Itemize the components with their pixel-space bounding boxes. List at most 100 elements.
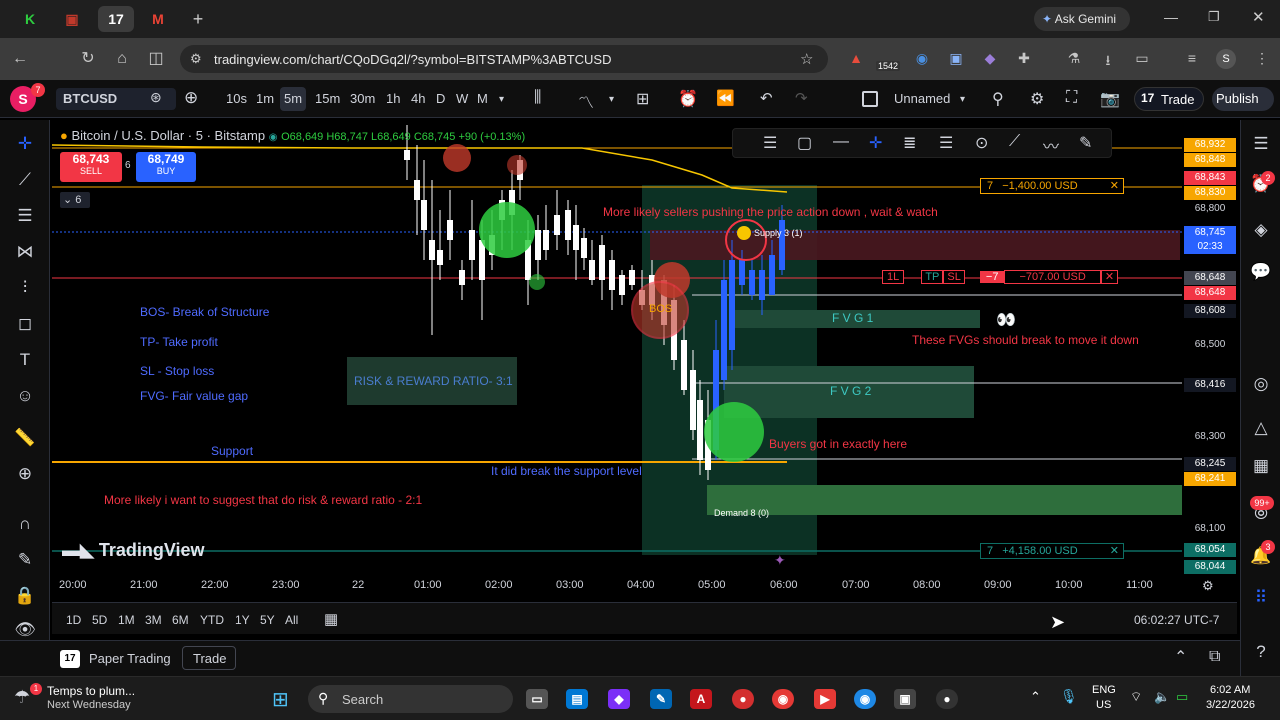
zoom-in-icon[interactable]: ⊕ bbox=[13, 462, 37, 486]
candle-type-icon[interactable]: ⫼ bbox=[534, 89, 541, 107]
interval-10s[interactable]: 10s bbox=[226, 91, 247, 106]
taskbar-time[interactable]: 6:02 AM bbox=[1210, 684, 1250, 696]
windows-start-icon[interactable]: ⊞ bbox=[272, 687, 289, 712]
site-info-icon[interactable]: ⚙ bbox=[190, 51, 202, 67]
pencil-lock-icon[interactable]: ✎ bbox=[13, 548, 37, 572]
interval-5m[interactable]: 5m bbox=[284, 91, 302, 106]
cross-tool-icon[interactable]: ✛ bbox=[869, 133, 882, 153]
ruler-icon[interactable]: 📏 bbox=[13, 426, 37, 450]
interval-dropdown-icon[interactable]: ▾ bbox=[499, 94, 504, 105]
apps-grid-icon[interactable]: ⠿ bbox=[1249, 586, 1273, 610]
position-tag[interactable]: 1L TP SL −7 −707.00 USD ✕ bbox=[882, 270, 1124, 286]
position-tp-button[interactable]: TP bbox=[921, 270, 944, 284]
download-icon[interactable]: ⭳ bbox=[1098, 50, 1118, 68]
undo-icon[interactable]: ↶ bbox=[760, 89, 773, 107]
profile-avatar[interactable]: S bbox=[1216, 49, 1236, 69]
cast-icon[interactable]: ▭ bbox=[1132, 50, 1152, 68]
indicators-dropdown-icon[interactable]: ▾ bbox=[609, 94, 614, 105]
target-tool-icon[interactable]: ⊙ bbox=[975, 133, 988, 153]
calendar-icon[interactable]: ▦ bbox=[1249, 454, 1273, 478]
trendline-icon[interactable]: ⟋ bbox=[13, 168, 37, 192]
chat-icon[interactable]: 💬 bbox=[1249, 260, 1273, 284]
interval-m[interactable]: M bbox=[477, 91, 488, 106]
ai-extension-icon[interactable]: ◆ bbox=[980, 50, 1000, 68]
brush-tool-icon[interactable]: ✎ bbox=[1079, 133, 1092, 153]
outlook-icon[interactable]: ▤ bbox=[566, 689, 588, 709]
interval-30m[interactable]: 30m bbox=[350, 91, 375, 106]
fullscreen-icon[interactable]: ⛶ bbox=[1066, 89, 1077, 107]
utc-clock[interactable]: 06:02:27 UTC-7 bbox=[1134, 613, 1219, 627]
media-controls-icon[interactable]: ≡ bbox=[1182, 50, 1202, 68]
range-ytd[interactable]: YTD bbox=[200, 613, 224, 627]
note-buyers[interactable]: Buyers got in exactly here bbox=[769, 437, 907, 451]
close-tp-icon[interactable]: ✕ bbox=[1110, 179, 1119, 193]
indicators-icon[interactable]: 〽 bbox=[578, 89, 594, 113]
position-sl-button[interactable]: SL bbox=[943, 270, 965, 284]
price-axis[interactable]: 68,932 68,848 68,843 68,830 68,800 68,745 02:3… bbox=[1182, 120, 1240, 575]
obs-icon[interactable]: ● bbox=[936, 689, 958, 709]
expand-panel-icon[interactable]: ⌃ bbox=[1174, 647, 1187, 667]
indicators-collapse[interactable]: ⌄ 6 bbox=[60, 192, 90, 208]
forecast-icon[interactable]: ⫶ bbox=[13, 276, 37, 300]
axis-settings-icon[interactable]: ⚙ bbox=[1202, 578, 1214, 594]
hotlist-icon[interactable]: ◎ bbox=[1249, 372, 1273, 396]
list-tool-icon[interactable]: ☰ bbox=[939, 133, 953, 153]
note-rr[interactable]: RISK & REWARD RATIO- 3:1 bbox=[354, 374, 513, 388]
reload-button[interactable]: ↻ bbox=[76, 47, 100, 71]
interval-1h[interactable]: 1h bbox=[386, 91, 400, 106]
layout-name[interactable]: Unnamed bbox=[894, 91, 950, 106]
emoji-icon[interactable]: ☺ bbox=[13, 384, 37, 408]
levels-icon[interactable]: ☰ bbox=[763, 133, 777, 153]
note-suggest[interactable]: More likely i want to suggest that do ri… bbox=[104, 493, 422, 507]
range-1d[interactable]: 1D bbox=[66, 613, 81, 627]
hline-tool-icon[interactable]: — bbox=[833, 133, 849, 151]
back-button[interactable]: ← bbox=[8, 47, 32, 71]
wifi-icon[interactable]: ⌔ bbox=[1130, 689, 1142, 705]
chrome-icon[interactable]: ◉ bbox=[772, 689, 794, 709]
lock-icon[interactable]: 🔒 bbox=[13, 584, 37, 608]
battery-icon[interactable]: ▭ bbox=[1176, 689, 1188, 705]
templates-icon[interactable]: ⊞ bbox=[636, 89, 649, 109]
browser-menu-icon[interactable]: ⋮ bbox=[1252, 50, 1272, 68]
lang-primary[interactable]: ENG bbox=[1092, 684, 1116, 696]
range-3m[interactable]: 3M bbox=[145, 613, 162, 627]
weather-title[interactable]: Temps to plum... bbox=[47, 684, 135, 698]
minimize-button[interactable]: — bbox=[1164, 9, 1178, 25]
interval-w[interactable]: W bbox=[456, 91, 468, 106]
range-5d[interactable]: 5D bbox=[92, 613, 107, 627]
interval-4h[interactable]: 4h bbox=[411, 91, 425, 106]
replay-icon[interactable]: ⏪ bbox=[716, 89, 735, 107]
eye-icon[interactable]: 👁 bbox=[13, 618, 37, 642]
range-1y[interactable]: 1Y bbox=[235, 613, 250, 627]
translate-extension-icon[interactable]: ◉ bbox=[912, 50, 932, 68]
layout-dropdown-icon[interactable]: ▾ bbox=[960, 94, 965, 105]
watchlist-icon[interactable]: ☰ bbox=[1249, 132, 1273, 156]
note-support[interactable]: Support bbox=[211, 444, 253, 458]
publish-button[interactable]: Publish bbox=[1212, 87, 1274, 111]
note-sellers[interactable]: More likely sellers pushing the price ac… bbox=[603, 205, 938, 219]
tab-gmail[interactable]: M bbox=[140, 6, 176, 32]
label-fvg1[interactable]: F V G 1 bbox=[832, 311, 873, 325]
tp-order-tag[interactable]: 7 −1,400.00 USD ✕ bbox=[980, 178, 1124, 194]
ideas-icon[interactable]: △ bbox=[1249, 416, 1273, 440]
interval-1m[interactable]: 1m bbox=[256, 91, 274, 106]
tray-overflow-icon[interactable]: ⌃ bbox=[1030, 689, 1041, 705]
chrome-profile-icon[interactable]: ◉ bbox=[854, 689, 876, 709]
note-tp[interactable]: TP- Take profit bbox=[140, 335, 218, 349]
note-sl[interactable]: SL - Stop loss bbox=[140, 364, 214, 378]
panel-trade-button[interactable]: Trade bbox=[182, 646, 236, 670]
split-view-icon[interactable]: ◫ bbox=[144, 47, 168, 71]
note-fvg-break[interactable]: These FVGs should break to move it down bbox=[912, 333, 1139, 347]
quick-search-icon[interactable]: ⚲ bbox=[992, 89, 1004, 109]
help-icon[interactable]: ? bbox=[1249, 640, 1273, 664]
maps-icon[interactable]: ● bbox=[732, 689, 754, 709]
close-position-icon[interactable]: ✕ bbox=[1100, 270, 1119, 284]
time-axis[interactable]: 20:00 21:00 22:00 23:00 22 01:00 02:00 03:00 04:… bbox=[52, 575, 1237, 597]
range-all[interactable]: All bbox=[285, 613, 298, 627]
close-window-button[interactable]: ✕ bbox=[1252, 8, 1265, 26]
new-tab-button[interactable]: + bbox=[180, 6, 216, 32]
chart-canvas[interactable]: ● Bitcoin / U.S. Dollar · 5 · Bitstamp ◉… bbox=[52, 120, 1182, 575]
redo-icon[interactable]: ↷ bbox=[795, 89, 808, 107]
home-icon[interactable]: ⌂ bbox=[110, 47, 134, 71]
path-tool-icon[interactable]: 〰 bbox=[1043, 133, 1059, 157]
